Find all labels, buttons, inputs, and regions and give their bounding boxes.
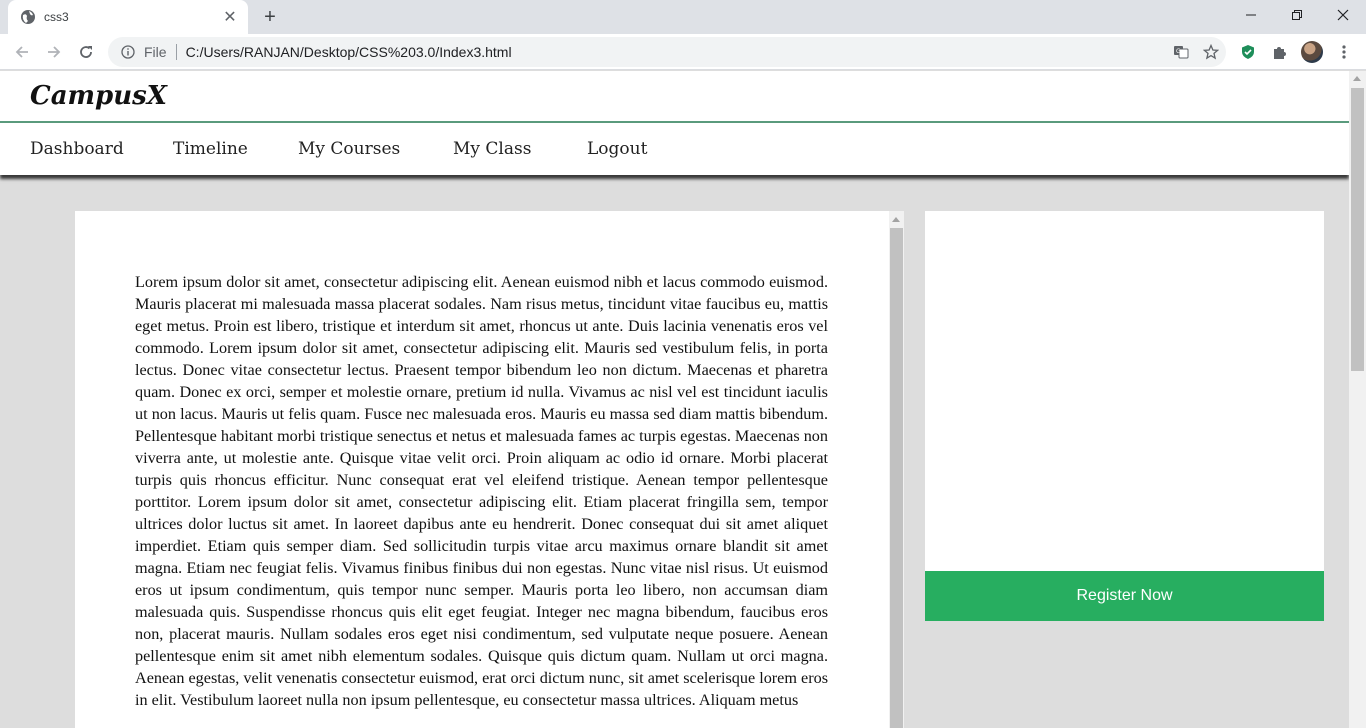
translate-icon[interactable]: G	[1166, 37, 1196, 67]
article-panel: Lorem ipsum dolor sit amet, consectetur …	[75, 211, 904, 728]
nav-timeline[interactable]: Timeline	[173, 139, 248, 159]
nav-logout[interactable]: Logout	[587, 139, 647, 159]
shield-icon[interactable]	[1234, 38, 1262, 66]
address-bar[interactable]: File C:/Users/RANJAN/Desktop/CSS%203.0/I…	[108, 37, 1226, 67]
avatar[interactable]	[1298, 38, 1326, 66]
scroll-up-icon[interactable]	[1353, 76, 1361, 81]
url-scheme: File	[144, 44, 167, 60]
browser-toolbar: File C:/Users/RANJAN/Desktop/CSS%203.0/I…	[0, 34, 1366, 70]
register-now-button[interactable]: Register Now	[925, 571, 1324, 621]
puzzle-icon[interactable]	[1266, 38, 1294, 66]
site-header: CampusX	[0, 71, 1349, 123]
kebab-menu-icon[interactable]	[1330, 38, 1358, 66]
nav-my-courses[interactable]: My Courses	[298, 139, 400, 159]
site-logo[interactable]: CampusX	[30, 81, 167, 111]
nav-dashboard[interactable]: Dashboard	[30, 139, 124, 159]
globe-icon	[20, 9, 36, 25]
minimize-icon[interactable]	[1228, 0, 1274, 30]
window-close-icon[interactable]	[1320, 0, 1366, 30]
url-separator	[175, 44, 177, 60]
article-text: Lorem ipsum dolor sit amet, consectetur …	[135, 273, 828, 709]
article-scroll-thumb[interactable]	[890, 228, 903, 728]
side-card	[925, 211, 1324, 571]
url-text[interactable]: C:/Users/RANJAN/Desktop/CSS%203.0/Index3…	[186, 44, 1166, 60]
page-viewport: CampusX Dashboard Timeline My Courses My…	[0, 71, 1349, 728]
forward-icon[interactable]	[40, 38, 68, 66]
plus-icon[interactable]: +	[258, 5, 282, 29]
tab-title: css3	[44, 10, 69, 24]
back-icon[interactable]	[8, 38, 36, 66]
scroll-up-icon[interactable]	[892, 217, 900, 222]
nav-my-class[interactable]: My Class	[453, 139, 531, 159]
close-icon[interactable]: ✕	[220, 7, 240, 27]
info-icon[interactable]	[120, 44, 136, 60]
page-scrollbar[interactable]	[1349, 71, 1366, 728]
article-scrollbar[interactable]	[889, 211, 904, 728]
browser-tab[interactable]: css3 ✕	[8, 0, 248, 34]
maximize-icon[interactable]	[1274, 0, 1320, 30]
star-icon[interactable]	[1196, 37, 1226, 67]
tab-strip: css3 ✕ +	[0, 0, 1366, 34]
page-scroll-thumb[interactable]	[1351, 88, 1364, 371]
svg-text:G: G	[1176, 48, 1181, 55]
reload-icon[interactable]	[72, 38, 100, 66]
main-nav: Dashboard Timeline My Courses My Class L…	[0, 123, 1349, 175]
